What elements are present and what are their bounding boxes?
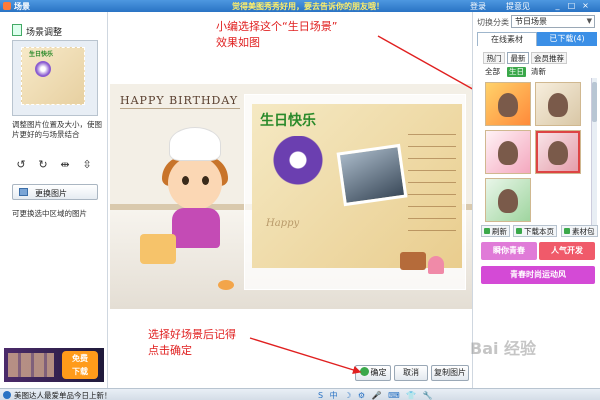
status-bar: 美图达人最爱单品今日上新！ S 中 ☽ ⚙ 🎤 ⌨ 👕 🔧: [0, 388, 600, 400]
scene-thumbnail[interactable]: [485, 178, 531, 222]
system-tray[interactable]: S 中 ☽ ⚙ 🎤 ⌨ 👕 🔧: [318, 390, 435, 400]
download-icon: [516, 228, 522, 234]
tag-sport-style[interactable]: 青春时尚运动风: [481, 266, 595, 284]
promo-banner[interactable]: 觉得美图秀秀好用，要去告诉你的朋友哦！: [232, 1, 384, 12]
refresh-icon: [484, 228, 490, 234]
ad-banner[interactable]: 免费 下载: [4, 348, 104, 382]
main-area: 小编选择这个“生日场景” 效果如图 HAPPY BIRTHDAY 生日快乐 Ha…: [108, 12, 472, 388]
chef-body: [172, 208, 220, 248]
sort-tabs: 热门 最新 会员推荐: [483, 52, 593, 64]
filter-birthday[interactable]: 生日: [507, 67, 526, 77]
ok-button[interactable]: 确定: [355, 365, 391, 381]
transform-tools: ↺ ↻ ⇹ ⇳: [14, 158, 98, 172]
chevron-down-icon: ▼: [586, 17, 592, 25]
annotation-top-line2: 效果如图: [216, 36, 260, 49]
scene-preview-thumbnail[interactable]: 生日快乐: [12, 40, 98, 116]
maximize-button[interactable]: □: [566, 1, 577, 11]
image-icon: [19, 188, 28, 196]
tag-popular[interactable]: 人气开发: [539, 242, 595, 260]
filter-fresh[interactable]: 清新: [531, 67, 546, 77]
cupcake: [428, 256, 444, 274]
scene-thumbnail[interactable]: [485, 130, 531, 174]
replace-image-button[interactable]: 更换图片: [12, 184, 98, 200]
annotation-bottom-line1: 选择好场景后记得: [148, 328, 236, 341]
cake-slice: [400, 252, 426, 270]
download-page-button[interactable]: 下载本页: [513, 225, 557, 237]
filter-all[interactable]: 全部: [485, 67, 500, 77]
category-label: 切换分类: [477, 18, 509, 27]
window-title: 场景: [14, 2, 30, 11]
annotation-bottom-line2: 点击确定: [148, 344, 192, 357]
egg-shells: [218, 280, 234, 290]
check-icon: [359, 367, 369, 376]
scene-thumbnail[interactable]: [485, 82, 531, 126]
scene-canvas[interactable]: HAPPY BIRTHDAY 生日快乐 Happy: [110, 84, 472, 309]
minimize-button[interactable]: _: [552, 1, 563, 11]
material-panel: 切换分类 节日场景 ▼ 在线素材 已下载(4) 热门 最新 会员推荐 全部 生日…: [472, 12, 600, 388]
rotate-right-icon[interactable]: ↻: [36, 158, 50, 172]
tag-youth[interactable]: 瞬你青春: [481, 242, 537, 260]
panel-heading-text: 场景调整: [26, 28, 63, 38]
selection-outline: [536, 131, 580, 173]
thumb-title: 生日快乐: [29, 51, 54, 58]
flip-horizontal-icon[interactable]: ⇹: [58, 158, 72, 172]
package-icon: [564, 228, 570, 234]
ad-image: [8, 353, 54, 377]
card-verse: [408, 134, 456, 234]
replace-hint: 可更换选中区域的图片: [12, 209, 87, 218]
tab-online[interactable]: 在线素材: [477, 32, 537, 46]
scrollbar[interactable]: [591, 78, 597, 228]
app-icon: [3, 2, 11, 10]
status-text[interactable]: 美图达人最爱单品今日上新！: [14, 390, 112, 400]
tab-downloaded[interactable]: 已下载(4): [537, 32, 597, 46]
birthday-card[interactable]: 生日快乐 Happy: [252, 104, 462, 268]
title-bar: 场景 觉得美图秀秀好用，要去告诉你的朋友哦！ 登录 提意见 _ □ ×: [0, 0, 600, 12]
grid-actions: 刷新 下载本页 素材包: [481, 225, 599, 237]
annotation-top-line1: 小编选择这个“生日场景”: [216, 20, 338, 33]
chef-face: [168, 156, 222, 210]
filter-row: 全部 生日 清新: [485, 67, 585, 77]
speaker-icon: [3, 391, 11, 399]
subtab-member[interactable]: 会员推荐: [531, 52, 567, 64]
chef-hat: [170, 128, 220, 160]
rotate-left-icon[interactable]: ↺: [14, 158, 28, 172]
copy-image-button[interactable]: 复制图片: [431, 365, 469, 381]
scene-thumbnail-grid: [485, 82, 589, 222]
login-link[interactable]: 登录: [470, 1, 486, 12]
material-pack-button[interactable]: 素材包: [561, 225, 598, 237]
flour-bag: [140, 234, 176, 264]
feedback-link[interactable]: 提意见: [506, 1, 530, 12]
bouquet-image: [272, 136, 324, 196]
cancel-button[interactable]: 取消: [394, 365, 428, 381]
watermark: Bai 经验: [470, 339, 537, 358]
category-select[interactable]: 节日场景 ▼: [511, 15, 595, 28]
scene-thumbnail[interactable]: [535, 82, 581, 126]
scene-thumbnail-selected[interactable]: [535, 130, 581, 174]
flip-vertical-icon[interactable]: ⇳: [80, 158, 94, 172]
photo-slot[interactable]: [336, 143, 408, 207]
free-download-badge[interactable]: 免费 下载: [62, 351, 98, 379]
card-title: 生日快乐: [260, 113, 316, 129]
close-button[interactable]: ×: [580, 1, 591, 11]
flower-icon: [35, 61, 51, 77]
scene-adjust-panel: 场景调整 生日快乐 调整图片位置及大小，使图片更好的与场景结合 ↺ ↻ ⇹ ⇳ …: [0, 12, 108, 388]
adjust-description: 调整图片位置及大小，使图片更好的与场景结合: [12, 120, 102, 139]
card-script: Happy: [266, 218, 300, 229]
banner-text: HAPPY BIRTHDAY: [120, 94, 239, 107]
subtab-new[interactable]: 最新: [507, 52, 529, 64]
refresh-button[interactable]: 刷新: [481, 225, 510, 237]
scene-icon: [12, 24, 22, 36]
subtab-hot[interactable]: 热门: [483, 52, 505, 64]
source-tabs: 在线素材 已下载(4): [477, 32, 597, 46]
